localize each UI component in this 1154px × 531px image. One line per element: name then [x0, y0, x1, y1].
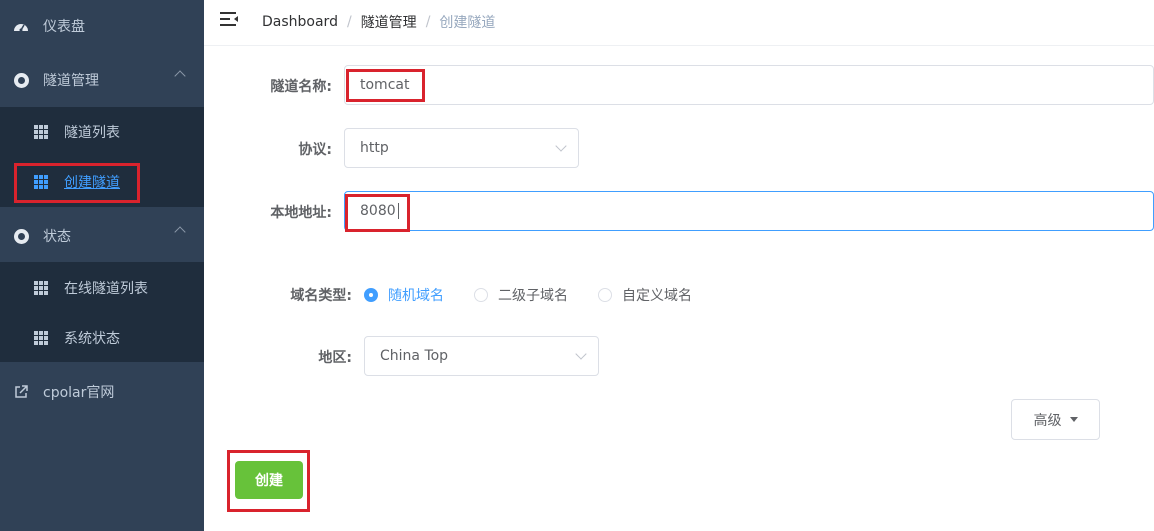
chevron-down-icon: [555, 140, 567, 152]
radio-label: 随机域名: [388, 288, 444, 304]
table-icon: [34, 281, 48, 295]
chevron-up-icon: [174, 226, 186, 238]
chevron-down-icon: [575, 348, 587, 360]
local-address-label: 本地地址:: [270, 205, 332, 221]
region-value: China Top: [380, 348, 449, 364]
sidebar-item-system-status[interactable]: 系统状态: [0, 313, 204, 363]
radio-unchecked-icon: [598, 288, 612, 302]
sidebar-item-status[interactable]: 状态: [0, 210, 204, 262]
table-icon: [34, 125, 48, 139]
sidebar-item-label: 隧道列表: [64, 125, 120, 141]
local-address-input[interactable]: 8080: [344, 191, 1154, 231]
circle-icon: [13, 228, 29, 244]
circle-icon: [13, 72, 29, 88]
table-icon: [34, 331, 48, 345]
protocol-select[interactable]: http: [344, 128, 579, 168]
sidebar-item-label: cpolar官网: [43, 385, 115, 401]
breadcrumb-separator: /: [346, 14, 352, 30]
tunnel-name-value: tomcat: [360, 77, 410, 93]
radio-unchecked-icon: [474, 288, 488, 302]
dashboard-icon: [13, 18, 29, 34]
region-label: 地区:: [318, 350, 352, 366]
radio-subdomain[interactable]: 二级子域名: [474, 285, 568, 305]
domain-type-label: 域名类型:: [290, 288, 352, 304]
sidebar-item-label: 状态: [43, 229, 71, 245]
app: 仪表盘 隧道管理 隧道列表 创建隧道 状态 在线隧道列表 系统状态 cpolar…: [0, 0, 1154, 531]
radio-label: 二级子域名: [498, 288, 568, 304]
breadcrumb-separator: /: [425, 14, 431, 30]
protocol-value: http: [360, 140, 389, 156]
advanced-dropdown-button[interactable]: 高级: [1011, 399, 1100, 440]
breadcrumb-current: 创建隧道: [439, 15, 496, 31]
sidebar-item-cpolar-site[interactable]: cpolar官网: [0, 366, 204, 418]
table-icon: [34, 175, 48, 189]
radio-checked-icon: [364, 288, 378, 302]
create-button[interactable]: 创建: [235, 461, 303, 499]
breadcrumb: Dashboard / 隧道管理 / 创建隧道: [262, 12, 495, 32]
tunnel-name-input[interactable]: tomcat: [344, 65, 1154, 105]
radio-custom-domain[interactable]: 自定义域名: [598, 285, 692, 305]
tunnel-name-label: 隧道名称:: [270, 79, 332, 95]
breadcrumb-tunnel-management[interactable]: 隧道管理: [361, 12, 417, 32]
radio-label: 自定义域名: [622, 288, 692, 304]
external-link-icon: [13, 384, 29, 400]
sidebar-item-dashboard[interactable]: 仪表盘: [0, 0, 204, 52]
local-address-value: 8080: [360, 203, 396, 219]
sidebar-item-label: 隧道管理: [43, 73, 99, 89]
caret-down-icon: [1069, 417, 1078, 422]
sidebar-item-label: 在线隧道列表: [64, 281, 148, 297]
sidebar-item-label: 系统状态: [64, 331, 120, 347]
sidebar-item-online-tunnels[interactable]: 在线隧道列表: [0, 263, 204, 313]
protocol-label: 协议:: [298, 142, 332, 158]
advanced-label: 高级: [1033, 412, 1062, 429]
text-cursor: [397, 203, 399, 219]
sidebar-item-label: 仪表盘: [43, 19, 85, 35]
sidebar-item-tunnel-list[interactable]: 隧道列表: [0, 107, 204, 157]
sidebar-item-label: 创建隧道: [64, 175, 120, 191]
sidebar: 仪表盘 隧道管理 隧道列表 创建隧道 状态 在线隧道列表 系统状态 cpolar…: [0, 0, 204, 531]
sidebar-item-tunnel-management[interactable]: 隧道管理: [0, 54, 204, 106]
sidebar-item-create-tunnel[interactable]: 创建隧道: [0, 157, 204, 207]
chevron-up-icon: [174, 70, 186, 82]
region-select[interactable]: China Top: [364, 336, 599, 376]
create-label: 创建: [255, 473, 283, 489]
hamburger-icon[interactable]: [220, 11, 238, 27]
breadcrumb-dashboard[interactable]: Dashboard: [262, 14, 338, 30]
radio-random-domain[interactable]: 随机域名: [364, 285, 444, 305]
topbar: Dashboard / 隧道管理 / 创建隧道: [204, 0, 1154, 46]
